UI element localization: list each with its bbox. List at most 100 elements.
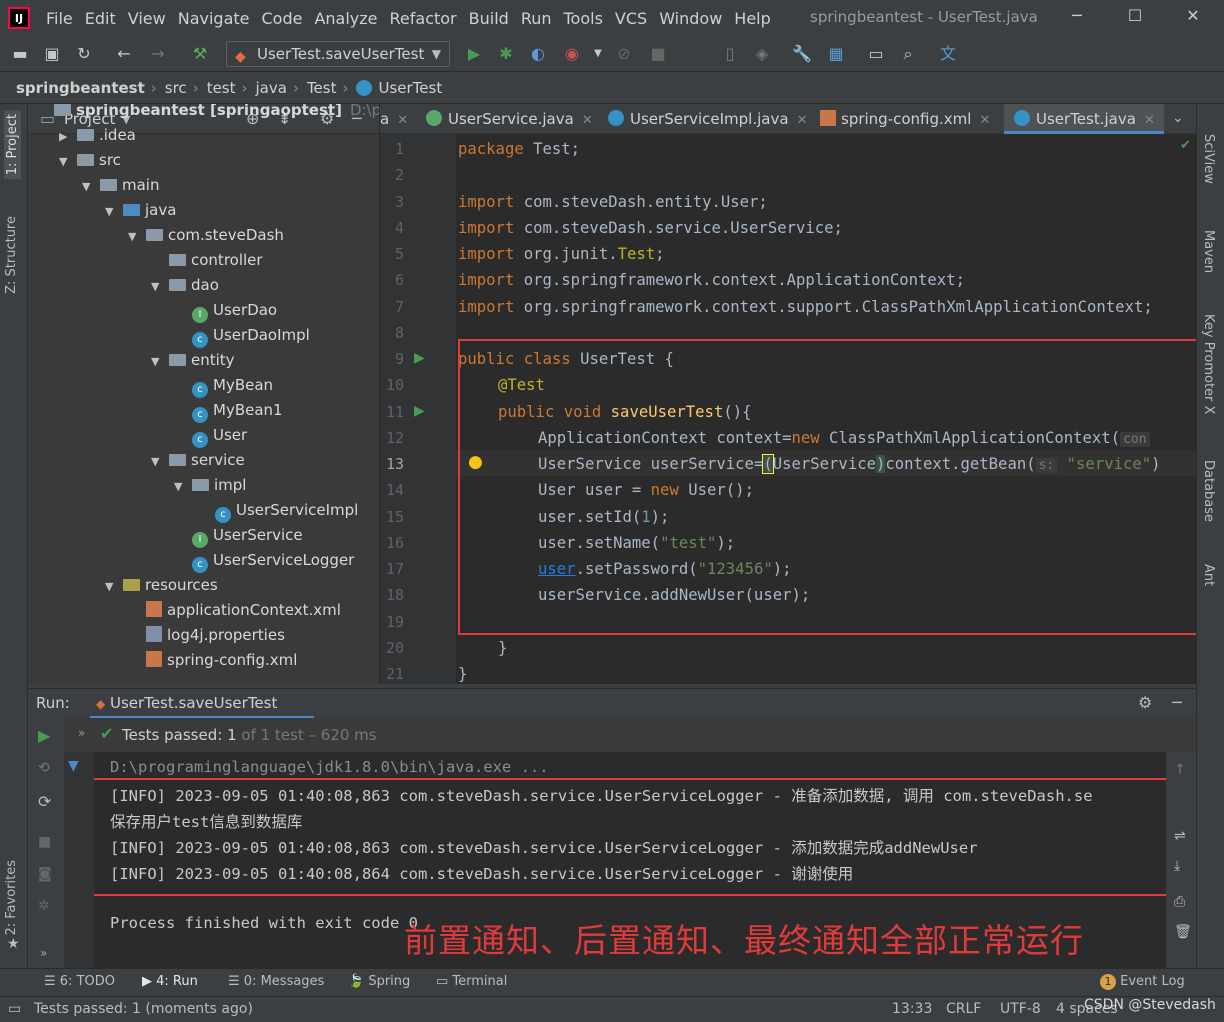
attach-debugger-icon[interactable]: ⊘ xyxy=(614,44,634,64)
save-all-icon[interactable]: ▣ xyxy=(42,44,62,64)
tree-item[interactable]: c MyBean1 xyxy=(174,398,283,423)
chevron-down-icon[interactable]: ▼ xyxy=(59,149,77,174)
forward-icon[interactable]: → xyxy=(148,44,168,64)
tree-item[interactable]: c UserServiceImpl xyxy=(197,498,358,523)
terminal-window-icon[interactable]: ▭ xyxy=(866,44,886,64)
tab-hidden-file[interactable]: a ✕ xyxy=(380,104,416,134)
profile-icon[interactable]: ◉ xyxy=(562,44,582,64)
crumb-java[interactable]: java xyxy=(256,79,287,97)
tool-tab-terminal[interactable]: ▭ Terminal xyxy=(436,974,507,989)
tree-item[interactable]: c UserDaoImpl xyxy=(174,323,310,348)
run-configuration-select[interactable]: ◆ UserTest.saveUserTest ▼ xyxy=(226,41,450,67)
menu-vcs[interactable]: VCS xyxy=(615,9,647,28)
minimize-button[interactable]: ─ xyxy=(1062,6,1092,30)
tab-userserviceimpl[interactable]: UserServiceImpl.java ✕ xyxy=(608,104,808,134)
sync-icon[interactable]: ↻ xyxy=(74,44,94,64)
crumb-class[interactable]: UserTest xyxy=(378,79,442,97)
close-icon[interactable]: ✕ xyxy=(979,113,990,128)
settings-icon[interactable]: ✲ xyxy=(38,898,50,914)
tree-item[interactable]: ▼ entity xyxy=(151,348,235,373)
event-log-tab[interactable]: 1 Event Log xyxy=(1100,974,1185,990)
menu-window[interactable]: Window xyxy=(659,9,722,28)
rerun-failed-icon[interactable]: ⟲ xyxy=(38,760,50,776)
tree-item[interactable]: I UserDao xyxy=(174,298,277,323)
tree-item[interactable]: log4j.properties xyxy=(128,623,285,648)
tool-tab-structure[interactable]: Z: Structure xyxy=(4,216,19,294)
chevron-down-icon[interactable]: ▼ xyxy=(174,474,192,499)
tool-tab-project[interactable]: 1: Project xyxy=(4,110,21,180)
settings-wrench-icon[interactable]: 🔧 xyxy=(792,44,812,64)
menu-build[interactable]: Build xyxy=(469,9,509,28)
menu-refactor[interactable]: Refactor xyxy=(390,9,457,28)
close-icon[interactable]: ✕ xyxy=(397,113,408,128)
tree-item[interactable]: ▼ main xyxy=(82,173,159,198)
collapse-icon[interactable]: ▼ xyxy=(68,758,79,774)
more-icon[interactable]: » xyxy=(40,946,47,960)
tab-userservice[interactable]: UserService.java ✕ xyxy=(426,104,596,134)
crumb-src[interactable]: src xyxy=(165,79,187,97)
chevron-down-icon[interactable]: ▼ xyxy=(588,44,608,64)
tree-item[interactable]: ▼ dao xyxy=(151,273,219,298)
tool-tab-favorites[interactable]: 2: Favorites xyxy=(4,860,19,936)
chevron-down-icon[interactable]: ▼ xyxy=(151,449,169,474)
chevron-down-icon[interactable]: ▼ xyxy=(82,174,100,199)
menu-tools[interactable]: Tools xyxy=(564,9,603,28)
menu-file[interactable]: File xyxy=(46,9,73,28)
expand-icon[interactable]: » xyxy=(78,726,85,740)
tree-item[interactable]: ▼ com.steveDash xyxy=(128,223,284,248)
camera-icon[interactable]: ◙ xyxy=(38,866,52,882)
tab-spring-config[interactable]: spring-config.xml ✕ xyxy=(820,104,1000,134)
tree-item[interactable]: c UserServiceLogger xyxy=(174,548,354,573)
tree-item[interactable]: spring-config.xml xyxy=(128,648,297,673)
tool-tab-run[interactable]: ▶ 4: Run xyxy=(142,974,198,989)
line-separator[interactable]: CRLF xyxy=(946,1001,981,1017)
close-icon[interactable]: ✕ xyxy=(582,113,593,128)
run-gutter-icon[interactable]: ▶ xyxy=(414,350,425,366)
crumb-project[interactable]: springbeantest xyxy=(16,79,145,97)
tree-item[interactable]: ▶ .idea xyxy=(59,123,136,148)
run-icon[interactable]: ▶ xyxy=(464,44,484,64)
tool-tab-maven[interactable]: Maven xyxy=(1201,230,1216,273)
menu-view[interactable]: View xyxy=(128,9,166,28)
chevron-down-icon[interactable]: ▼ xyxy=(128,224,146,249)
chevron-down-icon[interactable]: ▼ xyxy=(151,274,169,299)
chevron-down-icon[interactable]: ▼ xyxy=(105,574,123,599)
translate-icon[interactable]: 文 xyxy=(938,44,958,64)
sdk-icon[interactable]: ◈ xyxy=(752,44,772,64)
run-tab[interactable]: ◆ UserTest.saveUserTest xyxy=(90,689,314,719)
tree-item[interactable]: springbeantest [springaoptest] D:\project xyxy=(36,104,379,123)
print-icon[interactable]: ⎙ xyxy=(1174,894,1185,910)
tree-item[interactable]: ▼ service xyxy=(151,448,245,473)
hide-icon[interactable]: ─ xyxy=(1172,693,1182,712)
code-editor[interactable]: 1 2 3 4 5 6 7 8 9 10 11 12 13 14 15 16 17 18 19 20 21 ✔ pack… xyxy=(380,134,1196,684)
caret-position[interactable]: 13:33 xyxy=(892,1001,932,1017)
tool-tab-spring[interactable]: 🍃 Spring xyxy=(348,974,410,989)
stop-icon[interactable]: ■ xyxy=(648,44,668,64)
chevron-down-icon[interactable]: ⌄ xyxy=(1172,110,1184,126)
menu-analyze[interactable]: Analyze xyxy=(314,9,377,28)
close-icon[interactable]: ✕ xyxy=(797,113,808,128)
build-hammer-icon[interactable]: ⚒ xyxy=(190,44,210,64)
crumb-test[interactable]: test xyxy=(207,79,236,97)
tool-tab-database[interactable]: Database xyxy=(1201,460,1216,522)
file-encoding[interactable]: UTF-8 xyxy=(1000,1001,1041,1017)
stop-icon[interactable]: ■ xyxy=(38,834,51,850)
scroll-up-icon[interactable]: ↑ xyxy=(1174,762,1186,778)
tool-tab-messages[interactable]: ☰ 0: Messages xyxy=(228,974,324,989)
tree-item[interactable]: controller xyxy=(151,248,263,273)
menu-navigate[interactable]: Navigate xyxy=(178,9,250,28)
menu-help[interactable]: Help xyxy=(734,9,770,28)
tab-usertest[interactable]: UserTest.java ✕ xyxy=(1004,104,1164,134)
coverage-icon[interactable]: ◐ xyxy=(528,44,548,64)
trash-icon[interactable]: 🗑 xyxy=(1174,924,1192,940)
tree-item[interactable]: c MyBean xyxy=(174,373,273,398)
tool-tab-ant[interactable]: Ant xyxy=(1201,564,1216,586)
close-icon[interactable]: ✕ xyxy=(1144,113,1155,128)
soft-wrap-icon[interactable]: ⇌ xyxy=(1174,828,1186,844)
tool-tab-key-promoter[interactable]: Key Promoter X xyxy=(1201,314,1216,414)
gear-icon[interactable]: ⚙ xyxy=(1138,693,1152,712)
rerun-icon[interactable]: ▶ xyxy=(38,726,50,745)
tool-tab-todo[interactable]: ☰ 6: TODO xyxy=(44,974,115,989)
tree-item[interactable]: ▼ src xyxy=(59,148,121,173)
tool-tab-sciview[interactable]: SciView xyxy=(1201,134,1216,184)
